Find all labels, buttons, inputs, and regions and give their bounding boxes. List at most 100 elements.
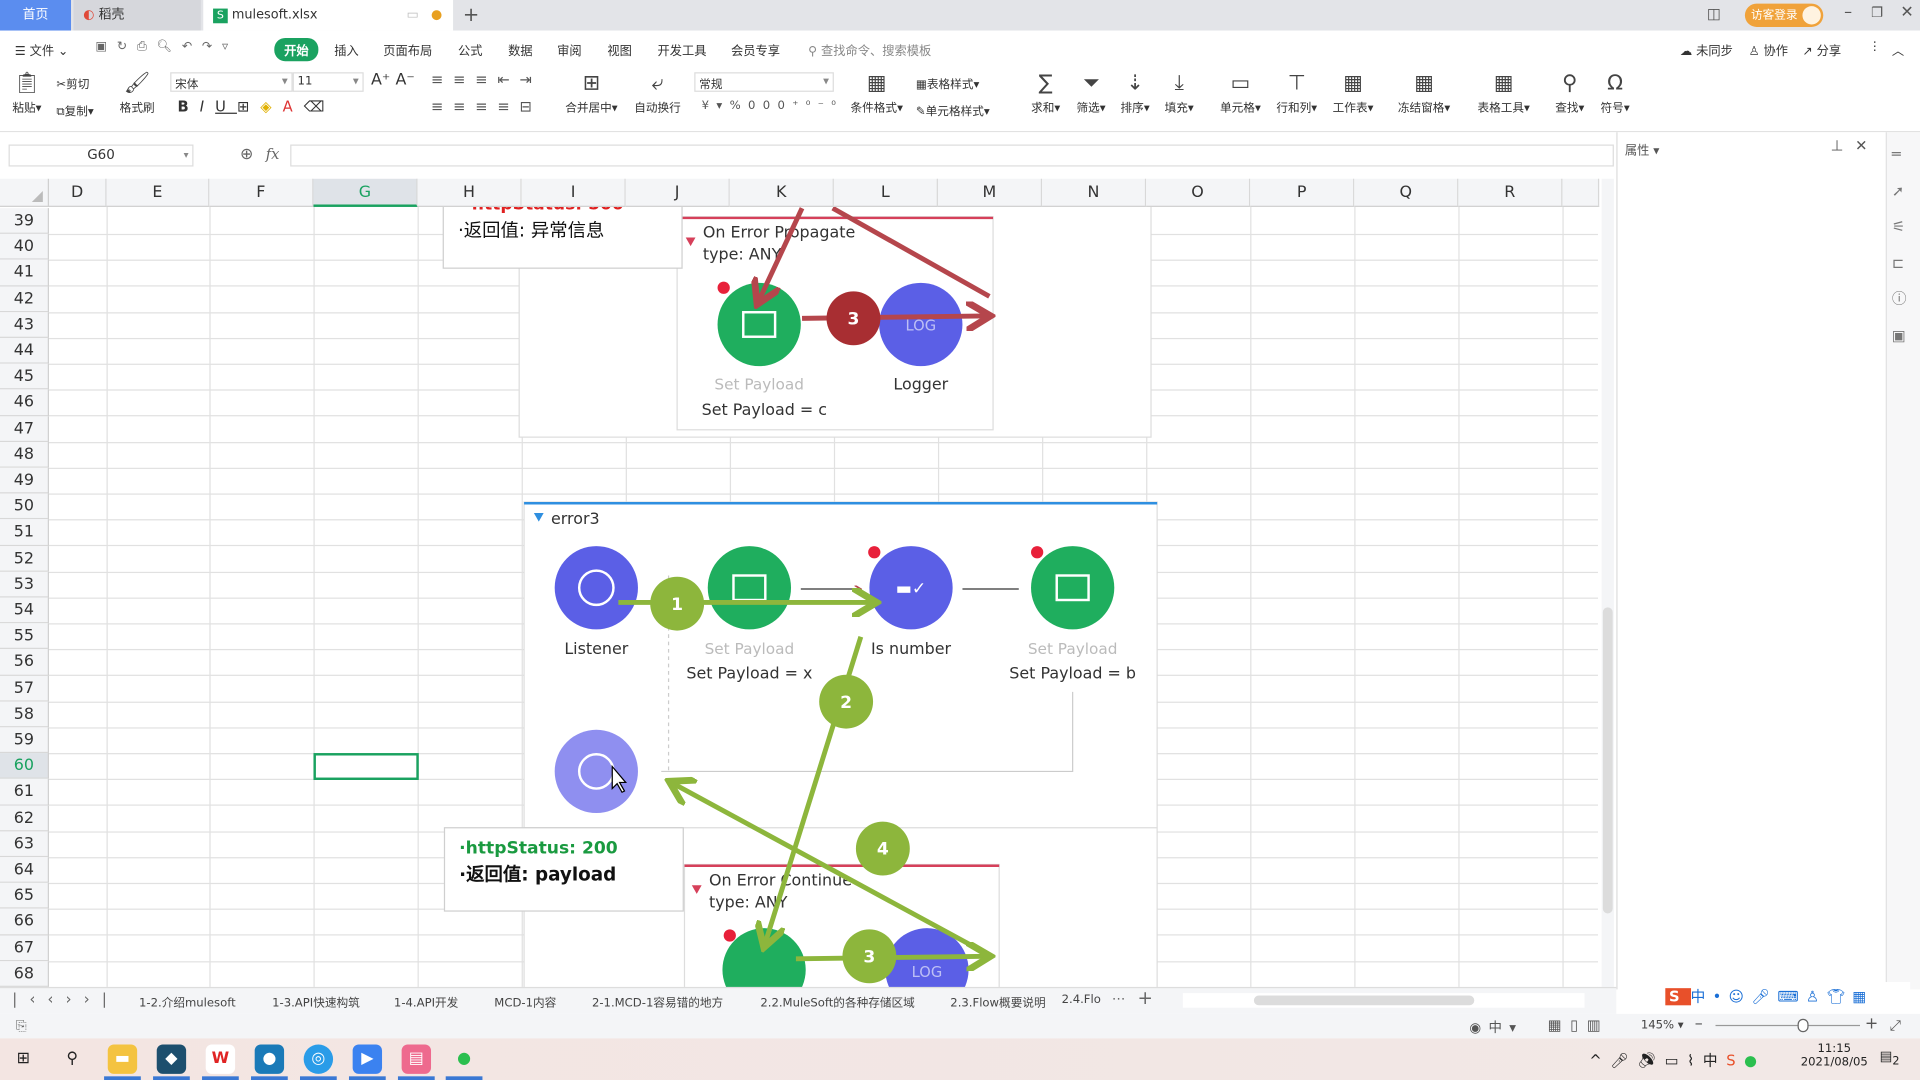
tab-docer[interactable]: ◐ 稻壳	[73, 0, 201, 31]
fill-color-icon[interactable]: ◈	[260, 98, 282, 115]
sheet-tab[interactable]: 1-2.介绍mulesoft	[139, 993, 236, 1010]
image-icon[interactable]: ▣	[1892, 318, 1907, 354]
menu-page-layout[interactable]: 页面布局	[383, 40, 432, 58]
vertical-scrollbar[interactable]	[1601, 178, 1614, 987]
row-header-42[interactable]: 42	[0, 286, 49, 312]
menu-insert[interactable]: 插入	[334, 40, 358, 58]
collapse-ribbon-icon[interactable]: ︿	[1892, 40, 1904, 58]
row-header-58[interactable]: 58	[0, 701, 49, 728]
row-header-44[interactable]: 44	[0, 337, 49, 364]
row-col-button[interactable]: ⊤ 行和列▾	[1276, 71, 1317, 115]
font-name-select[interactable]: 宋体 ▾	[170, 72, 293, 92]
font-grow-button[interactable]: A⁺	[371, 71, 390, 89]
row-header-62[interactable]: 62	[0, 805, 49, 832]
align-buttons-bottom[interactable]: ≡≡≡≡⊟	[431, 98, 542, 115]
column-header-P[interactable]: P	[1250, 178, 1355, 207]
scrollbar-thumb[interactable]	[1253, 995, 1475, 1006]
sort-button[interactable]: ⇣ 排序▾	[1121, 71, 1150, 115]
collab-button[interactable]: ♙ 协作	[1749, 40, 1788, 58]
paste-button[interactable]: 📋︎ 粘贴▾	[12, 71, 41, 115]
menu-developer[interactable]: 开发工具	[658, 40, 707, 58]
ime-toolbar[interactable]: S 中•☺🎤︎⌨♙👕︎▦	[1665, 982, 1911, 1013]
column-header-O[interactable]: O	[1146, 178, 1251, 207]
sheet-tab[interactable]: 1-4.API开发	[394, 993, 458, 1010]
zoom-slider-handle[interactable]	[1797, 1018, 1809, 1033]
new-tab-button[interactable]: +	[463, 2, 479, 25]
minimize-button[interactable]: –	[1844, 4, 1852, 22]
fill-button[interactable]: ⤓ 填充▾	[1165, 71, 1194, 115]
row-header-51[interactable]: 51	[0, 519, 49, 546]
cut-button[interactable]: ✂剪切	[56, 75, 89, 91]
column-header-H[interactable]: H	[417, 178, 522, 207]
eraser-icon[interactable]: ⌫	[304, 98, 336, 115]
sheet-tab[interactable]: 1-3.API快速构筑	[272, 993, 360, 1010]
quick-access-toolbar[interactable]: ▣↻⎙🔍︎↶↷▿	[96, 40, 238, 53]
column-header-Q[interactable]: Q	[1354, 178, 1459, 207]
row-header-60[interactable]: 60	[0, 753, 49, 780]
sheet-nav-buttons[interactable]: |‹‹››|	[12, 991, 119, 1008]
sheet-tab[interactable]: 2.3.Flow概要说明	[950, 993, 1045, 1010]
login-button[interactable]: 访客登录	[1744, 3, 1824, 27]
underline-icon[interactable]: U	[215, 98, 237, 115]
search-icon[interactable]: ⚲	[58, 1044, 87, 1073]
row-header-47[interactable]: 47	[0, 415, 49, 442]
merge-center-button[interactable]: ⊞ 合并居中▾	[565, 71, 617, 115]
italic-icon[interactable]: I	[200, 98, 215, 115]
sheet-tab[interactable]: 2-1.MCD-1容易错的地方	[592, 993, 723, 1010]
zoom-out-button[interactable]: –	[1695, 1015, 1703, 1033]
panel-close-icon[interactable]: ✕	[1855, 137, 1867, 154]
column-header-K[interactable]: K	[729, 178, 834, 207]
cell-button[interactable]: ▭ 单元格▾	[1220, 71, 1261, 115]
menu-review[interactable]: 审阅	[557, 40, 581, 58]
sheet-tab[interactable]: 2.4.Flo	[1062, 993, 1101, 1006]
scrollbar-thumb[interactable]	[1602, 607, 1613, 914]
sogou-icon[interactable]: S	[1665, 988, 1691, 1006]
menu-home[interactable]: 开始	[274, 37, 319, 62]
row-header-55[interactable]: 55	[0, 623, 49, 650]
add-sheet-button[interactable]: +	[1138, 987, 1153, 1009]
properties-title[interactable]: 属性 ▾	[1625, 140, 1660, 157]
find-button[interactable]: ⚲ 查找▾	[1555, 71, 1584, 115]
row-header-48[interactable]: 48	[0, 441, 49, 468]
style-icon[interactable]: ⊏	[1892, 246, 1907, 282]
fullscreen-icon[interactable]: ⤢	[1889, 1016, 1901, 1034]
column-header-G[interactable]: G	[313, 178, 418, 207]
menu-lines-icon[interactable]: ═	[1892, 137, 1907, 173]
clock[interactable]: 11:15 2021/08/05	[1800, 1042, 1869, 1069]
sliders-icon[interactable]: ⚟	[1892, 209, 1907, 245]
selected-cell-g60[interactable]	[313, 753, 419, 781]
sheet-tab[interactable]: 2.2.MuleSoft的各种存储区域	[760, 993, 914, 1010]
column-header-J[interactable]: J	[625, 178, 730, 207]
row-header-39[interactable]: 39	[0, 208, 49, 235]
row-header-59[interactable]: 59	[0, 727, 49, 754]
copy-button[interactable]: ⧉复制▾	[56, 102, 93, 118]
row-header-50[interactable]: 50	[0, 493, 49, 520]
column-header-N[interactable]: N	[1042, 178, 1147, 207]
sum-button[interactable]: ∑ 求和▾	[1031, 71, 1060, 115]
file-explorer-icon[interactable]: ▬	[107, 1044, 138, 1074]
file-menu[interactable]: ☰ 文件 ⌄	[15, 40, 69, 58]
row-header-54[interactable]: 54	[0, 597, 49, 624]
share-button[interactable]: ↗ 分享	[1802, 40, 1841, 58]
zoom-select[interactable]: 145% ▾	[1641, 1019, 1684, 1032]
notification-center[interactable]: ▤2	[1880, 1048, 1900, 1068]
format-painter-button[interactable]: 🖌︎ 格式刷	[120, 71, 155, 115]
column-header-F[interactable]: F	[209, 178, 314, 207]
row-header-41[interactable]: 41	[0, 260, 49, 287]
tab-home[interactable]: 首页	[0, 0, 72, 31]
zoom-formula-icon[interactable]: ⊕	[240, 146, 253, 164]
select-all-corner[interactable]	[0, 178, 49, 207]
eye-protect-icon[interactable]: ◉中▾	[1469, 1018, 1523, 1038]
freeze-panes-button[interactable]: ▦ 冻结窗格▾	[1398, 71, 1450, 115]
menu-view[interactable]: 视图	[607, 40, 631, 58]
row-header-67[interactable]: 67	[0, 935, 49, 961]
tab-file[interactable]: S mulesoft.xlsx ▭ ●	[203, 0, 454, 31]
sync-button[interactable]: ☁ 未同步	[1680, 40, 1733, 58]
zoom-app-icon[interactable]: ▶	[352, 1044, 383, 1074]
font-size-select[interactable]: 11 ▾	[292, 72, 364, 92]
restore-button[interactable]: ❐	[1871, 5, 1883, 21]
command-search[interactable]: ⚲ 查找命令、搜索模板	[808, 40, 931, 58]
row-header-63[interactable]: 63	[0, 831, 49, 858]
macro-icon[interactable]: ⎘	[16, 1018, 27, 1035]
font-color-icon[interactable]: A	[283, 98, 304, 115]
